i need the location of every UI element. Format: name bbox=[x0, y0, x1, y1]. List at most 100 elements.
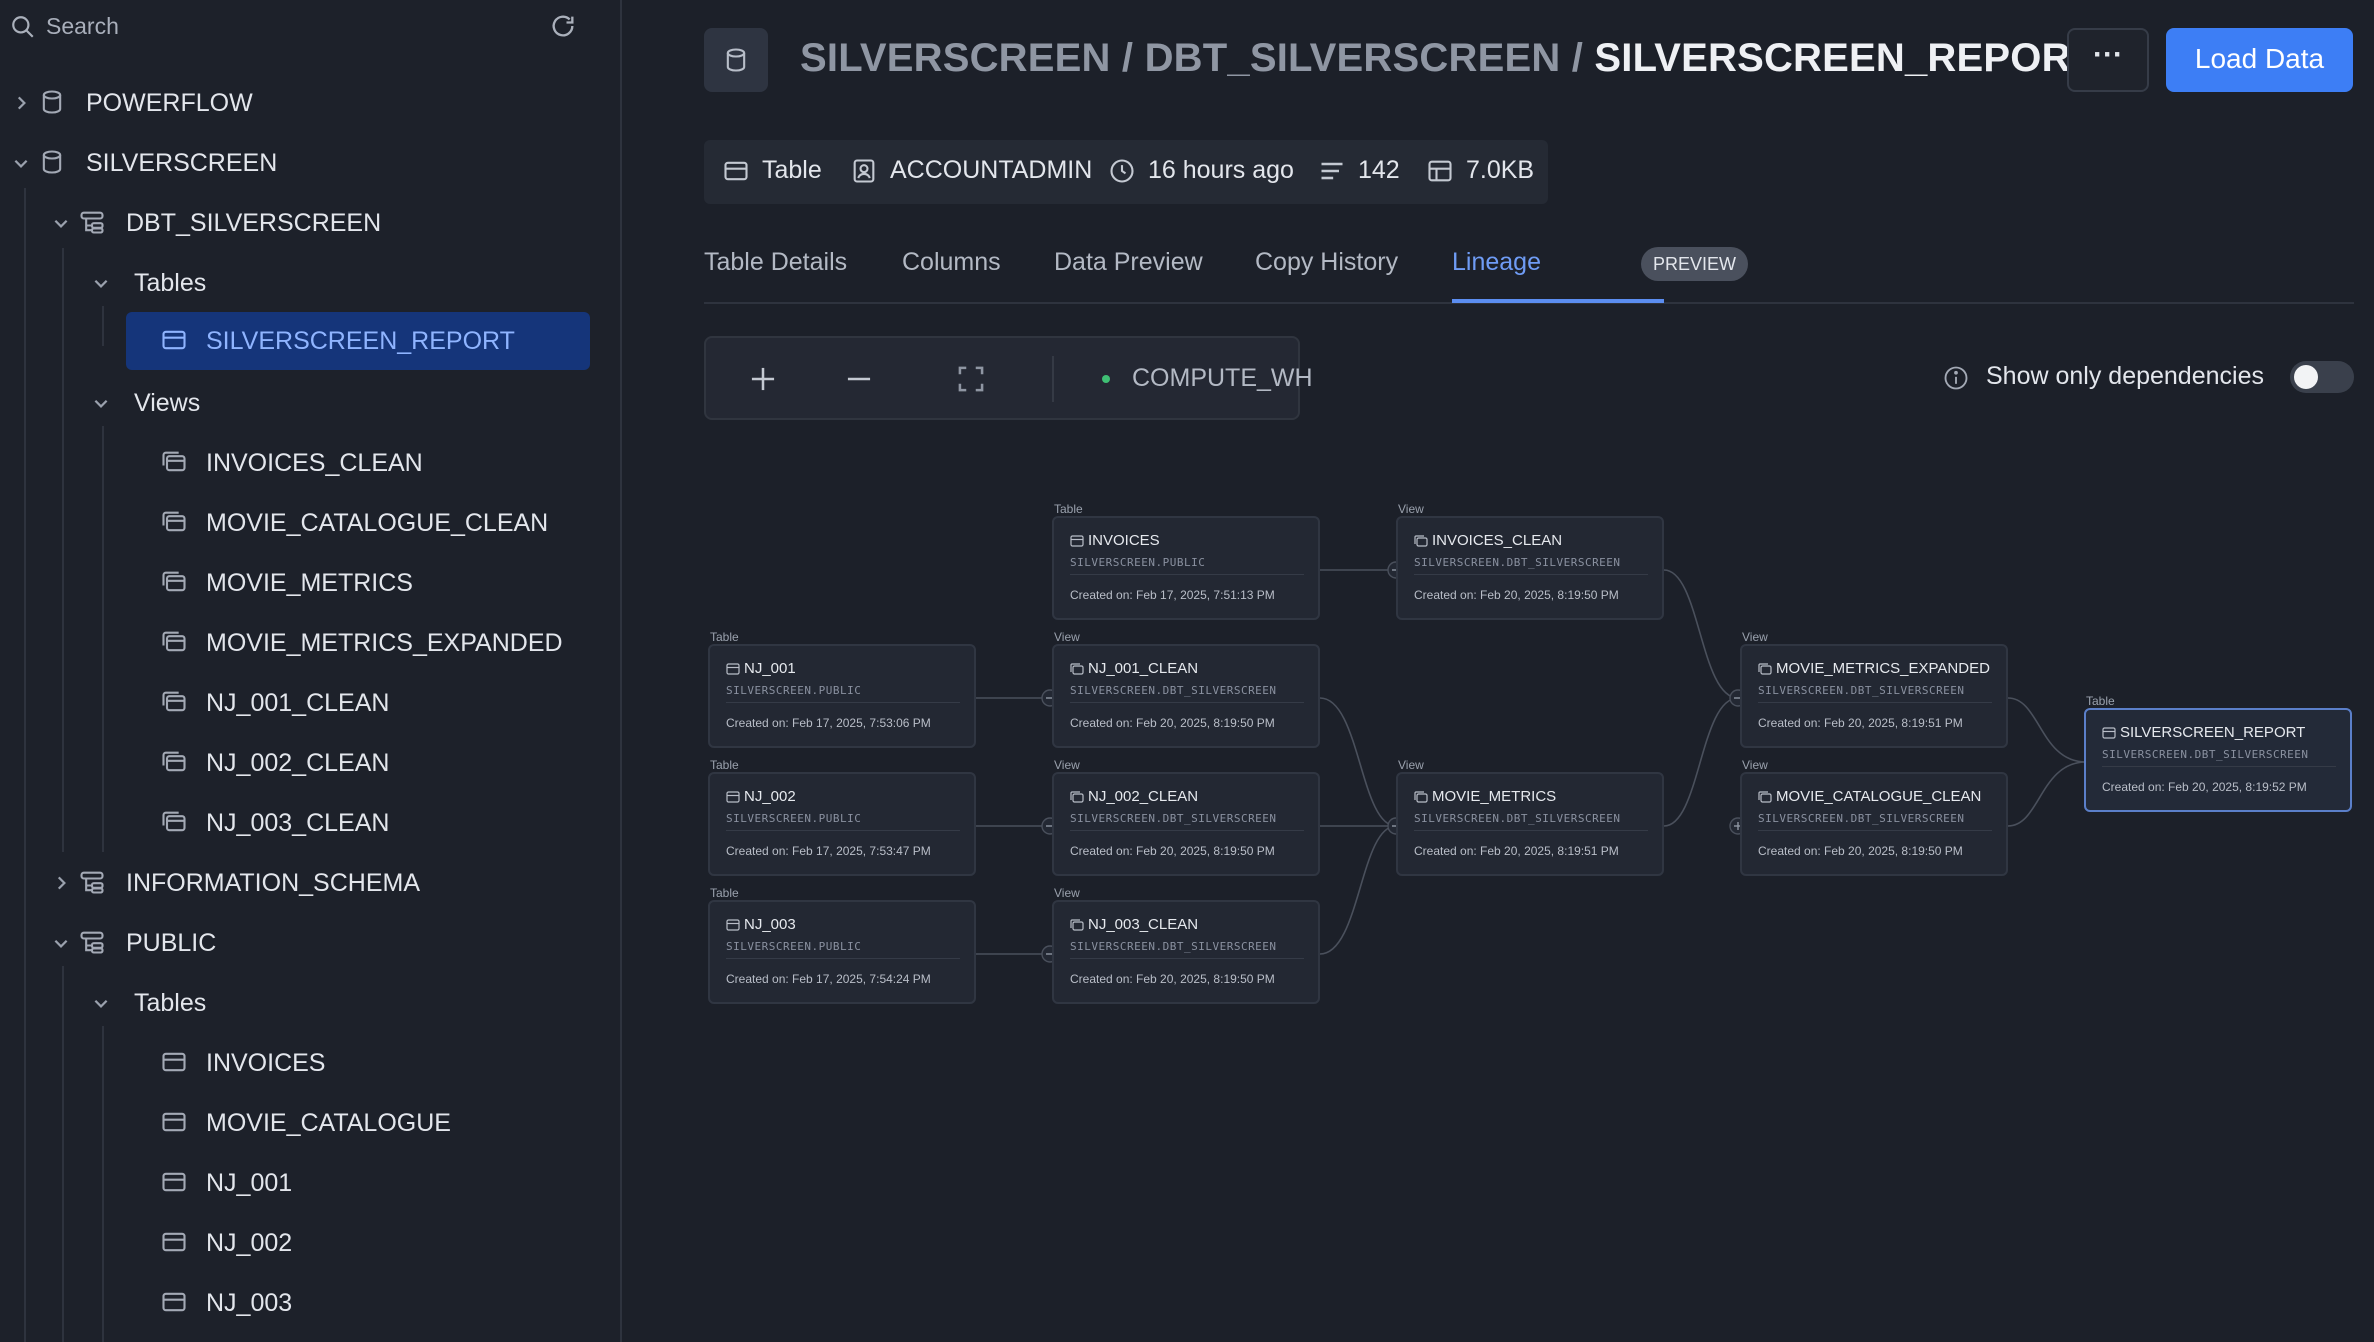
chevron-right-icon[interactable] bbox=[12, 94, 30, 112]
fit-view-icon[interactable] bbox=[952, 360, 990, 398]
node-divider bbox=[1414, 830, 1648, 831]
tree-item-nj-001[interactable]: NJ_001 bbox=[0, 1154, 620, 1210]
node-name: MOVIE_METRICS_EXPANDED bbox=[1776, 660, 1990, 677]
breadcrumb-database[interactable]: SILVERSCREEN bbox=[800, 36, 1111, 80]
breadcrumb-schema[interactable]: DBT_SILVERSCREEN bbox=[1145, 36, 1561, 80]
tree-item-label: MOVIE_METRICS_EXPANDED bbox=[206, 629, 563, 657]
dependencies-toggle[interactable] bbox=[2290, 361, 2354, 393]
node-divider bbox=[1070, 958, 1304, 959]
table-icon bbox=[162, 1172, 186, 1192]
info-icon[interactable] bbox=[1942, 364, 1970, 392]
tree-item-dbt-silverscreen[interactable]: DBT_SILVERSCREEN bbox=[0, 194, 620, 250]
lineage-node-nj-001[interactable]: NJ_001 SILVERSCREEN.PUBLIC Created on: F… bbox=[708, 644, 976, 748]
tree-item-movie-catalogue-clean[interactable]: MOVIE_CATALOGUE_CLEAN bbox=[0, 494, 620, 550]
node-schema: SILVERSCREEN.DBT_SILVERSCREEN bbox=[1758, 684, 1965, 697]
zoom-in-icon[interactable] bbox=[744, 360, 782, 398]
search-bar[interactable]: Search bbox=[0, 0, 620, 52]
tab-lineage[interactable]: Lineage bbox=[1452, 248, 1541, 277]
meta-size-label: 7.0KB bbox=[1466, 156, 1535, 184]
tree-item-invoices-clean[interactable]: INVOICES_CLEAN bbox=[0, 434, 620, 490]
node-created: Created on: Feb 20, 2025, 8:19:50 PM bbox=[1414, 588, 1619, 602]
refresh-icon[interactable] bbox=[549, 12, 577, 40]
view-icon bbox=[162, 631, 186, 652]
table-icon bbox=[162, 330, 186, 350]
lineage-toolbar: COMPUTE_WH bbox=[704, 336, 1313, 420]
view-icon bbox=[1070, 919, 1084, 931]
tab-columns[interactable]: Columns bbox=[902, 248, 1001, 277]
tree-item-silverscreen-report[interactable]: SILVERSCREEN_REPORT bbox=[0, 312, 620, 370]
tab-data-preview[interactable]: Data Preview bbox=[1054, 248, 1203, 277]
tree-item-movie-metrics[interactable]: MOVIE_METRICS bbox=[0, 554, 620, 610]
tree-item-movie-catalogue[interactable]: MOVIE_CATALOGUE bbox=[0, 1094, 620, 1150]
lineage-node-invoices[interactable]: INVOICES SILVERSCREEN.PUBLIC Created on:… bbox=[1052, 516, 1320, 620]
tree-item-views-folder[interactable]: Views bbox=[0, 374, 620, 430]
tree-item-nj-003[interactable]: NJ_003 bbox=[0, 1274, 620, 1330]
table-icon bbox=[162, 1112, 186, 1132]
more-options-button[interactable]: ··· bbox=[2067, 28, 2149, 92]
table-icon bbox=[726, 663, 740, 675]
tree-item-information-schema[interactable]: INFORMATION_SCHEMA bbox=[0, 854, 620, 910]
tree-item-tables-folder[interactable]: Tables bbox=[0, 254, 620, 310]
node-created: Created on: Feb 20, 2025, 8:19:50 PM bbox=[1070, 972, 1275, 986]
lineage-node-movie-catalogue-clean[interactable]: MOVIE_CATALOGUE_CLEAN SILVERSCREEN.DBT_S… bbox=[1740, 772, 2008, 876]
chevron-down-icon[interactable] bbox=[92, 394, 110, 412]
lineage-node-movie-metrics-expanded[interactable]: MOVIE_METRICS_EXPANDED SILVERSCREEN.DBT_… bbox=[1740, 644, 2008, 748]
dependencies-toggle-label: Show only dependencies bbox=[1986, 362, 2264, 390]
view-icon bbox=[162, 751, 186, 772]
tree-item-public-tables-folder[interactable]: Tables bbox=[0, 974, 620, 1030]
tree-item-nj-002-clean[interactable]: NJ_002_CLEAN bbox=[0, 734, 620, 790]
lineage-node-nj-001-clean[interactable]: NJ_001_CLEAN SILVERSCREEN.DBT_SILVERSCRE… bbox=[1052, 644, 1320, 748]
node-created: Created on: Feb 20, 2025, 8:19:52 PM bbox=[2102, 780, 2307, 794]
node-schema: SILVERSCREEN.DBT_SILVERSCREEN bbox=[1758, 812, 1965, 825]
view-icon bbox=[162, 511, 186, 532]
chevron-down-icon[interactable] bbox=[52, 934, 70, 952]
tree-item-powerflow[interactable]: POWERFLOW bbox=[0, 74, 620, 130]
node-divider bbox=[1070, 574, 1304, 575]
node-schema: SILVERSCREEN.PUBLIC bbox=[726, 940, 862, 953]
tree-item-label: NJ_001_CLEAN bbox=[206, 689, 390, 717]
tree-item-movie-metrics-expanded[interactable]: MOVIE_METRICS_EXPANDED bbox=[0, 614, 620, 670]
lineage-node-nj-002[interactable]: NJ_002 SILVERSCREEN.PUBLIC Created on: F… bbox=[708, 772, 976, 876]
detail-tabs: Table Details Columns Data Preview Copy … bbox=[704, 230, 2354, 304]
warehouse-selector[interactable]: COMPUTE_WH bbox=[1132, 364, 1313, 393]
view-icon bbox=[162, 571, 186, 592]
tree-item-public[interactable]: PUBLIC bbox=[0, 914, 620, 970]
node-created: Created on: Feb 17, 2025, 7:54:24 PM bbox=[726, 972, 931, 986]
search-input[interactable]: Search bbox=[46, 13, 119, 40]
view-icon bbox=[1414, 791, 1428, 803]
node-name: SILVERSCREEN_REPORT bbox=[2120, 724, 2306, 741]
chevron-down-icon[interactable] bbox=[92, 274, 110, 292]
lineage-node-invoices-clean[interactable]: INVOICES_CLEAN SILVERSCREEN.DBT_SILVERSC… bbox=[1396, 516, 1664, 620]
chevron-down-icon[interactable] bbox=[12, 154, 30, 172]
meta-rows: 142 bbox=[1318, 156, 1400, 185]
chevron-down-icon[interactable] bbox=[92, 994, 110, 1012]
node-divider bbox=[1414, 574, 1648, 575]
node-name: NJ_001 bbox=[744, 660, 796, 677]
tab-copy-history[interactable]: Copy History bbox=[1255, 248, 1398, 277]
object-type-badge bbox=[704, 28, 768, 92]
database-icon bbox=[726, 48, 746, 72]
tab-table-details[interactable]: Table Details bbox=[704, 248, 847, 277]
node-name: MOVIE_CATALOGUE_CLEAN bbox=[1776, 788, 1982, 805]
load-data-button[interactable]: Load Data bbox=[2166, 28, 2353, 92]
lineage-node-nj-003-clean[interactable]: NJ_003_CLEAN SILVERSCREEN.DBT_SILVERSCRE… bbox=[1052, 900, 1320, 1004]
zoom-out-icon[interactable] bbox=[840, 360, 878, 398]
node-divider bbox=[726, 702, 960, 703]
node-created: Created on: Feb 17, 2025, 7:53:47 PM bbox=[726, 844, 931, 858]
tree-item-nj-001-clean[interactable]: NJ_001_CLEAN bbox=[0, 674, 620, 730]
node-divider bbox=[1070, 702, 1304, 703]
tree-item-label: NJ_002_CLEAN bbox=[206, 749, 390, 777]
lineage-node-movie-metrics[interactable]: MOVIE_METRICS SILVERSCREEN.DBT_SILVERSCR… bbox=[1396, 772, 1664, 876]
tree-item-nj-003-clean[interactable]: NJ_003_CLEAN bbox=[0, 794, 620, 850]
chevron-down-icon[interactable] bbox=[52, 214, 70, 232]
chevron-right-icon[interactable] bbox=[52, 874, 70, 892]
lineage-node-nj-002-clean[interactable]: NJ_002_CLEAN SILVERSCREEN.DBT_SILVERSCRE… bbox=[1052, 772, 1320, 876]
lineage-node-nj-003[interactable]: NJ_003 SILVERSCREEN.PUBLIC Created on: F… bbox=[708, 900, 976, 1004]
node-created: Created on: Feb 20, 2025, 8:19:50 PM bbox=[1070, 844, 1275, 858]
search-icon bbox=[12, 16, 34, 38]
warehouse-status-dot bbox=[1102, 375, 1110, 383]
tree-item-nj-002[interactable]: NJ_002 bbox=[0, 1214, 620, 1270]
lineage-node-silverscreen-report[interactable]: SILVERSCREEN_REPORT SILVERSCREEN.DBT_SIL… bbox=[2084, 708, 2352, 812]
tree-item-invoices[interactable]: INVOICES bbox=[0, 1034, 620, 1090]
tree-item-silverscreen[interactable]: SILVERSCREEN bbox=[0, 134, 620, 190]
